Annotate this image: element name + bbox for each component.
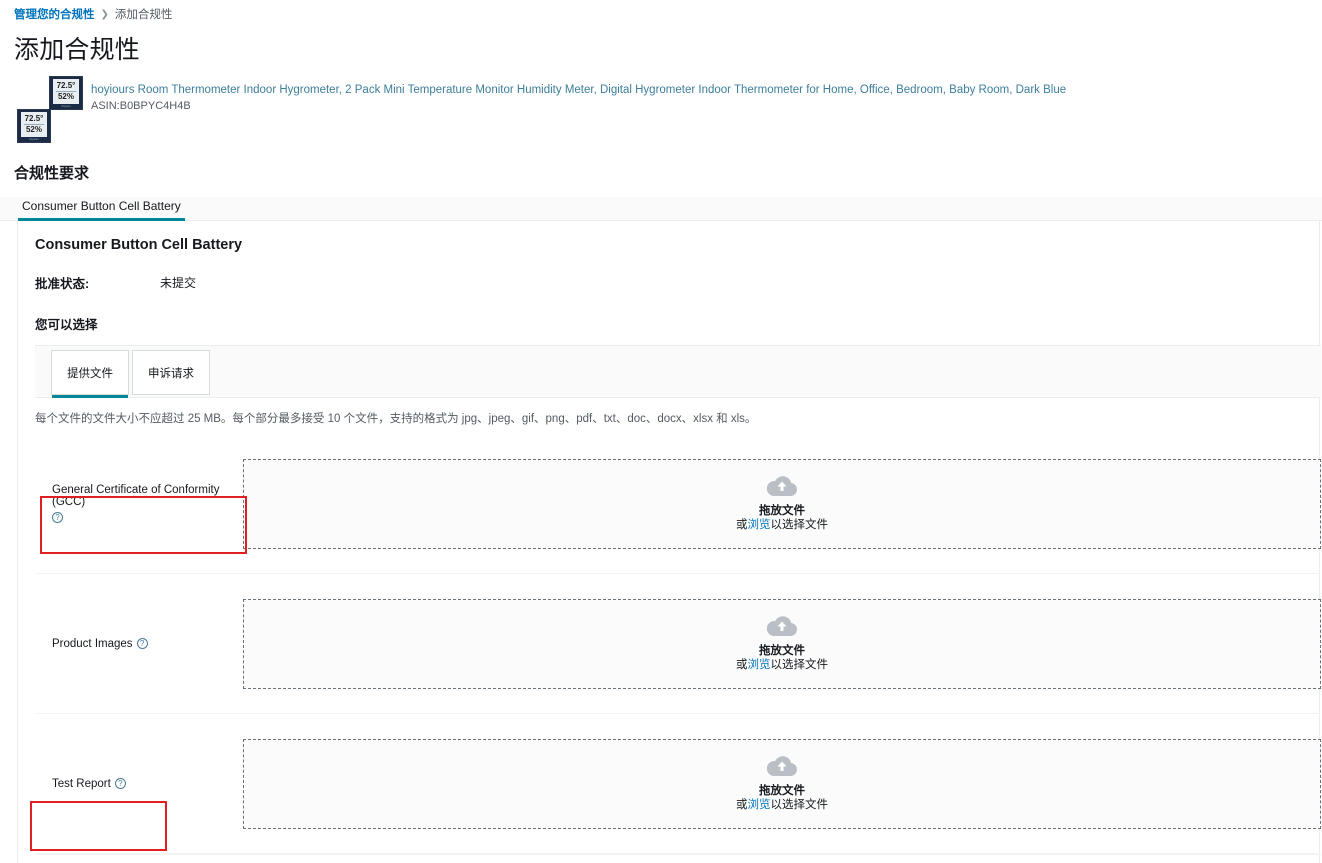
- approval-status-value: 未提交: [160, 274, 196, 291]
- thumbnail-humidity-1: 52%: [58, 93, 74, 101]
- compliance-panel: Consumer Button Cell Battery 批准状态: 未提交 您…: [17, 221, 1320, 863]
- breadcrumb: 管理您的合规性 ❯ 添加合规性: [0, 0, 1322, 22]
- thumbnail-temperature-2: 72.5°: [25, 115, 44, 123]
- dropzone-gcc[interactable]: 拖放文件 或浏览以选择文件: [243, 459, 1321, 549]
- tab-bar: Consumer Button Cell Battery: [0, 197, 1322, 221]
- thumbnail-brand-1: hoyiours: [61, 105, 70, 108]
- dropzone-prefix-gcc: 或: [736, 519, 748, 531]
- upload-row-gcc: General Certificate of Conformity (GCC) …: [35, 434, 1321, 574]
- help-icon-gcc[interactable]: ?: [52, 512, 63, 523]
- upload-label-cell-gcc: General Certificate of Conformity (GCC) …: [35, 484, 243, 523]
- dropzone-sub-text-test-report: 或浏览以选择文件: [736, 798, 828, 812]
- browse-link-product-images[interactable]: 浏览: [748, 659, 771, 671]
- upload-label-test-report: Test Report: [52, 778, 111, 790]
- dropzone-product-images[interactable]: 拖放文件 或浏览以选择文件: [243, 599, 1321, 689]
- dropzone-sub-text-gcc: 或浏览以选择文件: [736, 518, 828, 532]
- upload-label-cell-product-images: Product Images ?: [35, 638, 243, 650]
- dropzone-sub-text-product-images: 或浏览以选择文件: [736, 658, 828, 672]
- breadcrumb-parent-link[interactable]: 管理您的合规性: [14, 8, 95, 22]
- thumbnail-temperature-1: 72.5°: [57, 82, 76, 90]
- dropzone-main-text-gcc: 拖放文件: [759, 504, 805, 518]
- upload-label-gcc: General Certificate of Conformity (GCC): [52, 484, 243, 508]
- product-thumbnail-1[interactable]: 72.5° 52% hoyiours: [49, 76, 83, 110]
- upload-row-test-report: Test Report ? 拖放文件 或浏览以选择文件: [35, 714, 1321, 854]
- help-icon-product-images[interactable]: ?: [137, 638, 148, 649]
- other-notes-area: 其他备注 ? 同意 ⌄: [35, 854, 1321, 863]
- dropzone-prefix-test-report: 或: [736, 799, 748, 811]
- upload-row-product-images: Product Images ? 拖放文件 或浏览以选择文件: [35, 574, 1321, 714]
- upload-label-product-images: Product Images: [52, 638, 133, 650]
- browse-link-test-report[interactable]: 浏览: [748, 799, 771, 811]
- option-provide-documents[interactable]: 提供文件: [51, 350, 129, 395]
- cloud-upload-icon: [765, 475, 799, 502]
- tab-consumer-button-cell-battery[interactable]: Consumer Button Cell Battery: [18, 197, 185, 221]
- product-title-link[interactable]: hoyiours Room Thermometer Indoor Hygrome…: [91, 83, 1322, 97]
- option-button-group: 提供文件 申诉请求: [35, 345, 1321, 398]
- cloud-upload-icon: [765, 615, 799, 642]
- panel-title: Consumer Button Cell Battery: [35, 237, 1319, 253]
- dropzone-prefix-product-images: 或: [736, 659, 748, 671]
- breadcrumb-separator-icon: ❯: [101, 8, 109, 22]
- product-asin: ASIN:B0BPYC4H4B: [91, 99, 1322, 113]
- approval-status-label: 批准状态:: [35, 273, 160, 292]
- cloud-upload-icon: [765, 755, 799, 782]
- choose-option-label: 您可以选择: [35, 314, 1319, 333]
- page-title: 添加合规性: [14, 30, 1322, 66]
- option-appeal-request[interactable]: 申诉请求: [132, 350, 210, 395]
- dropzone-suffix-product-images: 以选择文件: [771, 659, 829, 671]
- breadcrumb-current: 添加合规性: [115, 8, 173, 22]
- help-icon-test-report[interactable]: ?: [115, 778, 126, 789]
- highlight-box-test-report: [30, 801, 167, 851]
- upload-label-cell-test-report: Test Report ?: [35, 778, 243, 790]
- browse-link-gcc[interactable]: 浏览: [748, 519, 771, 531]
- dropzone-suffix-test-report: 以选择文件: [771, 799, 829, 811]
- compliance-requirements-heading: 合规性要求: [14, 162, 1322, 183]
- product-thumbnail-2[interactable]: 72.5° 52% hoyiours: [17, 109, 51, 143]
- thumbnail-brand-2: hoyiours: [29, 138, 38, 141]
- approval-status-row: 批准状态: 未提交: [35, 273, 1319, 292]
- dropzone-main-text-test-report: 拖放文件: [759, 784, 805, 798]
- dropzone-test-report[interactable]: 拖放文件 或浏览以选择文件: [243, 739, 1321, 829]
- dropzone-suffix-gcc: 以选择文件: [771, 519, 829, 531]
- file-upload-hint: 每个文件的文件大小不应超过 25 MB。每个部分最多接受 10 个文件，支持的格…: [35, 410, 1319, 426]
- dropzone-main-text-product-images: 拖放文件: [759, 644, 805, 658]
- product-summary: 72.5° 52% hoyiours 72.5° 52% hoyiours ho…: [14, 76, 1322, 148]
- thumbnail-humidity-2: 52%: [26, 126, 42, 134]
